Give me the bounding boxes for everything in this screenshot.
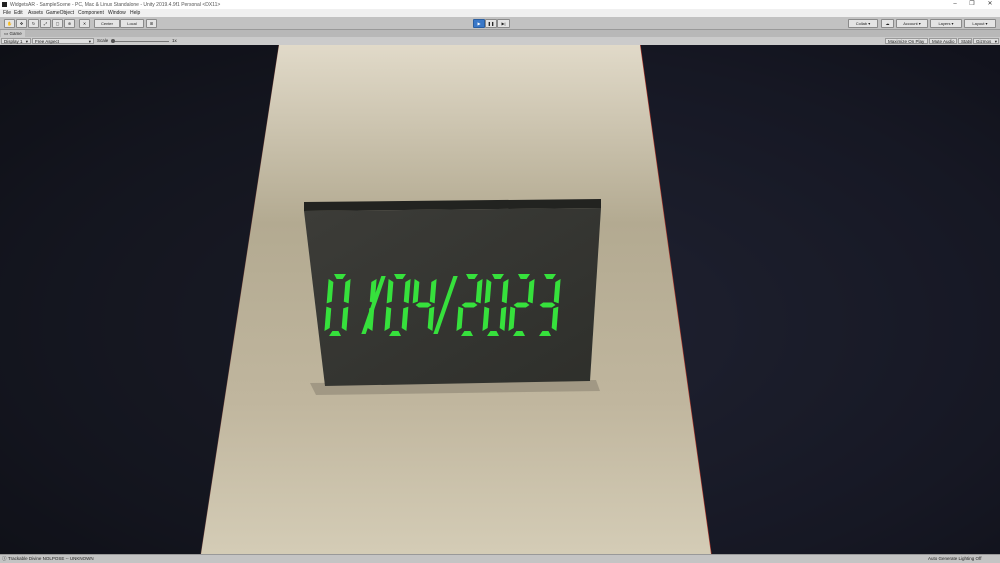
- pause-button[interactable]: ❚❚: [485, 19, 497, 28]
- stats-toggle[interactable]: Stats: [958, 38, 972, 44]
- account-dropdown[interactable]: Account ▾: [896, 19, 928, 28]
- menu-gameobject[interactable]: GameObject: [46, 10, 74, 16]
- tab-game[interactable]: ▭ Game: [1, 30, 25, 37]
- game-viewport[interactable]: [0, 45, 1000, 554]
- unity-logo-icon: [2, 2, 7, 7]
- minimize-button[interactable]: –: [950, 1, 960, 8]
- scale-label: Scale: [97, 38, 109, 43]
- scale-slider-track[interactable]: [114, 41, 169, 42]
- snap-icon[interactable]: ⊞: [146, 19, 157, 28]
- custom-tool-icon[interactable]: ✕: [79, 19, 90, 28]
- pivot-center-toggle[interactable]: Center: [94, 19, 120, 28]
- layout-dropdown[interactable]: Layout ▾: [964, 19, 996, 28]
- display-dropdown[interactable]: Display 1 ▾: [1, 38, 31, 44]
- aspect-dropdown[interactable]: Free Aspect ▾: [32, 38, 94, 44]
- menu-help[interactable]: Help: [130, 10, 140, 16]
- window-title: WidgetsAR - SampleScene - PC, Mac & Linu…: [10, 2, 221, 8]
- menu-edit[interactable]: Edit: [14, 10, 23, 16]
- scale-tool-icon[interactable]: ⤢: [40, 19, 51, 28]
- gizmos-dropdown[interactable]: Gizmos ▾: [973, 38, 999, 44]
- status-message: Trackable Divine NOLPOSE -- UNKNOWN: [8, 556, 94, 561]
- lighting-status: Auto Generate Lighting Off: [928, 556, 982, 561]
- hand-tool-icon[interactable]: ✋: [4, 19, 15, 28]
- menu-window[interactable]: Window: [108, 10, 126, 16]
- scene-render: [0, 45, 1000, 554]
- tab-bar: ▭ Game: [0, 30, 1000, 37]
- play-button[interactable]: ▶: [473, 19, 485, 28]
- window-title-bar: WidgetsAR - SampleScene - PC, Mac & Linu…: [0, 0, 1000, 9]
- main-toolbar: ✋ ✥ ↻ ⤢ ▢ ⊕ ✕ Center Local ⊞ ▶ ❚❚ ▶| Col…: [0, 17, 1000, 30]
- space-local-toggle[interactable]: Local: [120, 19, 144, 28]
- rotate-tool-icon[interactable]: ↻: [28, 19, 39, 28]
- menu-bar: File Edit Assets GameObject Component Wi…: [0, 9, 1000, 17]
- close-button[interactable]: ✕: [985, 1, 995, 8]
- info-icon: ⓘ: [2, 556, 7, 561]
- maximize-on-play-toggle[interactable]: Maximize On Play: [885, 38, 928, 44]
- transform-tool-icon[interactable]: ⊕: [64, 19, 75, 28]
- move-tool-icon[interactable]: ✥: [16, 19, 27, 28]
- cloud-icon[interactable]: ☁: [881, 19, 894, 28]
- menu-file[interactable]: File: [3, 10, 11, 16]
- rect-tool-icon[interactable]: ▢: [52, 19, 63, 28]
- menu-component[interactable]: Component: [78, 10, 104, 16]
- tab-game-label: Game: [9, 31, 22, 36]
- gizmos-label: Gizmos: [976, 39, 992, 44]
- display-label: Display 1: [4, 39, 23, 44]
- game-tab-icon: ▭: [4, 31, 9, 36]
- menu-assets[interactable]: Assets: [28, 10, 43, 16]
- mute-audio-toggle[interactable]: Mute Audio: [929, 38, 957, 44]
- scale-value: 1x: [172, 38, 177, 43]
- scale-slider-handle[interactable]: [111, 39, 115, 43]
- layers-dropdown[interactable]: Layers ▾: [930, 19, 962, 28]
- step-button[interactable]: ▶|: [497, 19, 510, 28]
- collab-dropdown[interactable]: Collab ▾: [848, 19, 878, 28]
- aspect-label: Free Aspect: [35, 39, 60, 44]
- maximize-button[interactable]: ❐: [967, 1, 977, 8]
